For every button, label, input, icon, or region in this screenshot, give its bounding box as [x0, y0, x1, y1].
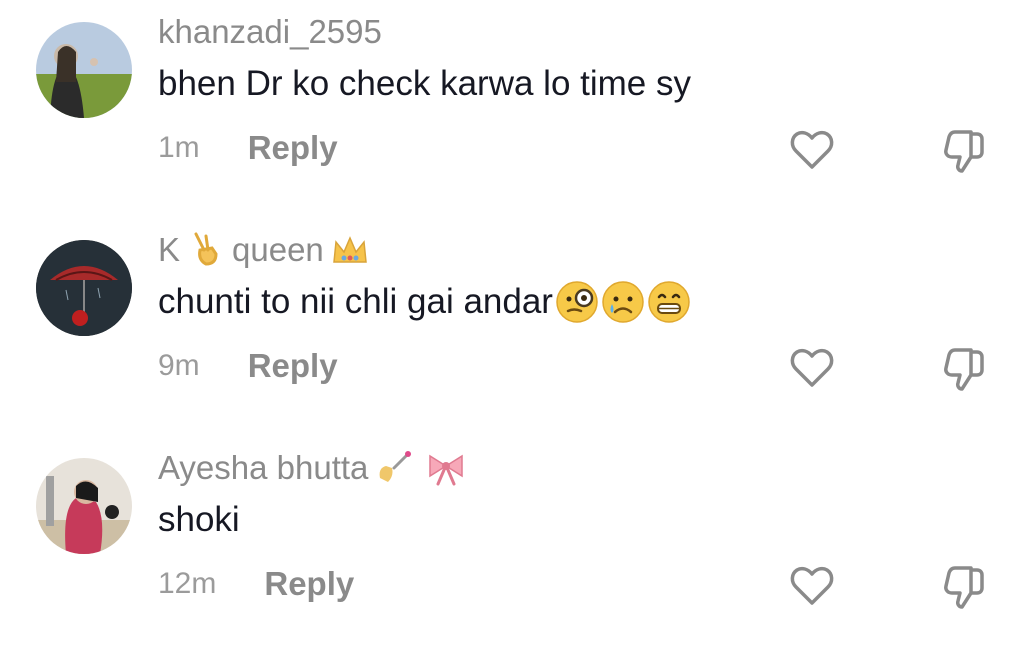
avatar[interactable] — [36, 240, 132, 336]
comment-body: bhen Dr ko check karwa lo time sy — [158, 64, 691, 103]
reply-button[interactable]: Reply — [248, 344, 338, 388]
avatar[interactable] — [36, 22, 132, 118]
thumbs-down-outline-icon[interactable] — [940, 562, 988, 610]
comment-username[interactable]: khanzadi_2595 — [158, 10, 382, 54]
comment-meta: 1m Reply — [158, 126, 338, 170]
comment-meta: 9m Reply — [158, 344, 338, 388]
comment-time: 1m — [158, 131, 200, 164]
username-text[interactable]: K — [158, 228, 180, 272]
comment-time: 9m — [158, 349, 200, 382]
crown-icon — [330, 230, 370, 270]
monocle-face-icon — [555, 280, 599, 324]
username-suffix[interactable]: queen — [232, 228, 324, 272]
ribbon-bow-icon — [426, 448, 466, 488]
comment-item: K queen chunti to nii chli gai andar 9m … — [0, 218, 1024, 428]
heart-outline-icon[interactable] — [788, 126, 836, 174]
reply-button[interactable]: Reply — [264, 562, 354, 606]
comment-text: chunti to nii chli gai andar — [158, 278, 691, 326]
comment-body: chunti to nii chli gai andar — [158, 282, 553, 321]
comment-time: 12m — [158, 567, 217, 600]
comment-text: bhen Dr ko check karwa lo time sy — [158, 60, 691, 108]
comment-meta: 12m Reply — [158, 562, 354, 606]
sad-tear-face-icon — [601, 280, 645, 324]
reply-button[interactable]: Reply — [248, 126, 338, 170]
heart-outline-icon[interactable] — [788, 344, 836, 392]
thumbs-down-outline-icon[interactable] — [940, 126, 988, 174]
avatar[interactable] — [36, 458, 132, 554]
comment-item: khanzadi_2595 bhen Dr ko check karwa lo … — [0, 0, 1024, 210]
victory-hand-icon — [186, 230, 226, 270]
heart-outline-icon[interactable] — [788, 562, 836, 610]
username-text[interactable]: Ayesha bhutta — [158, 446, 368, 490]
comment-body: shoki — [158, 500, 240, 539]
comment-username[interactable]: Ayesha bhutta — [158, 446, 472, 490]
comment-username[interactable]: K queen — [158, 228, 376, 272]
username-text[interactable]: khanzadi_2595 — [158, 10, 382, 54]
thumbs-down-outline-icon[interactable] — [940, 344, 988, 392]
comment-text: shoki — [158, 496, 240, 544]
nail-polish-icon — [374, 448, 414, 488]
comment-item: Ayesha bhutta shoki 12m Reply — [0, 436, 1024, 646]
grinning-face-icon — [647, 280, 691, 324]
